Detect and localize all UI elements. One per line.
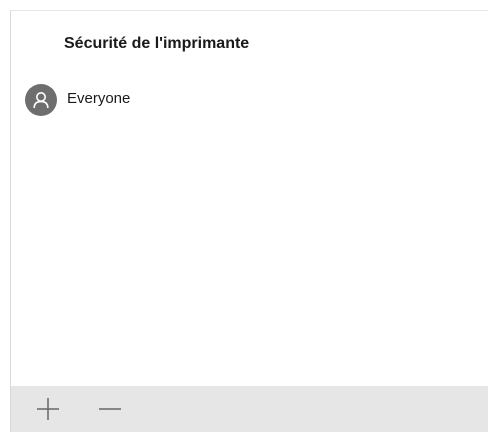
user-name: Everyone: [67, 90, 131, 107]
printer-security-panel: Sécurité de l'imprimante Everyone: [10, 10, 488, 432]
permissions-toolbar: [11, 386, 488, 432]
user-list-item[interactable]: Everyone: [11, 79, 488, 123]
minus-icon: [97, 396, 123, 427]
plus-icon: [35, 396, 61, 427]
remove-user-button[interactable]: [95, 396, 125, 426]
user-list: Everyone: [11, 79, 488, 123]
person-icon: [25, 84, 57, 116]
panel-title: Sécurité de l'imprimante: [64, 35, 250, 52]
add-user-button[interactable]: [33, 396, 63, 426]
